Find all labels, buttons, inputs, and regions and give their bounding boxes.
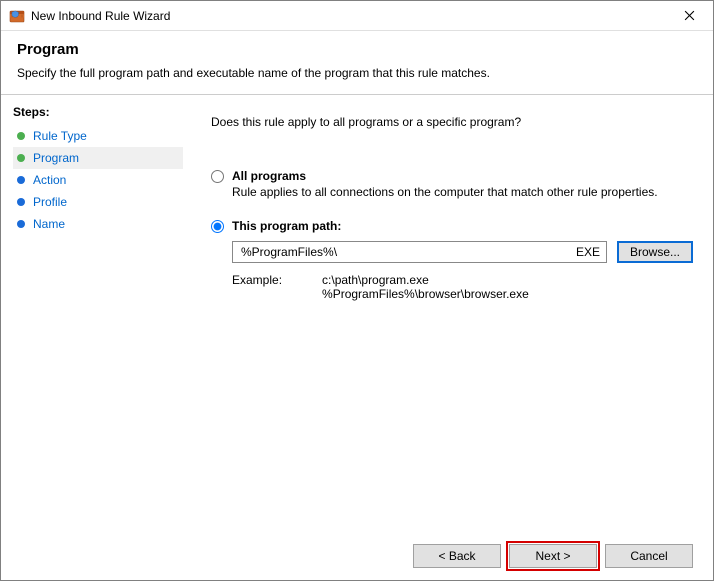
steps-sidebar: Steps: Rule Type Program Action Profile Name [1,95,195,580]
path-ext-label: EXE [576,245,600,259]
radio-all-programs[interactable] [211,170,224,183]
bullet-icon [17,154,25,162]
option-all-programs[interactable]: All programs [211,169,693,183]
firewall-icon [9,8,25,24]
titlebar: New Inbound Rule Wizard [1,1,713,31]
path-input-wrap: EXE [232,241,607,263]
steps-label: Steps: [13,105,183,119]
all-programs-desc: Rule applies to all connections on the c… [232,185,693,199]
main-panel: Does this rule apply to all programs or … [195,95,713,580]
bullet-icon [17,220,25,228]
step-label: Profile [33,195,67,209]
step-item-profile[interactable]: Profile [13,191,183,213]
step-label: Name [33,217,65,231]
option-this-path[interactable]: This program path: [211,219,693,233]
radio-this-path[interactable] [211,220,224,233]
page-title: Program [17,41,697,58]
back-button[interactable]: < Back [413,544,501,568]
bullet-icon [17,198,25,206]
path-input-row: EXE Browse... [232,241,693,263]
close-button[interactable] [669,2,709,30]
next-button[interactable]: Next > [509,544,597,568]
radio-all-label: All programs [232,169,306,183]
radio-path-label: This program path: [232,219,341,233]
step-item-program[interactable]: Program [13,147,183,169]
step-item-rule-type[interactable]: Rule Type [13,125,183,147]
browse-button[interactable]: Browse... [617,241,693,263]
step-label: Program [33,151,79,165]
example-lines: c:\path\program.exe %ProgramFiles%\brows… [322,273,529,301]
wizard-body: Steps: Rule Type Program Action Profile Name… [1,95,713,580]
step-label: Action [33,173,66,187]
window-title: New Inbound Rule Wizard [31,9,669,23]
bullet-icon [17,132,25,140]
cancel-button[interactable]: Cancel [605,544,693,568]
wizard-footer: < Back Next > Cancel [211,534,693,568]
question-text: Does this rule apply to all programs or … [211,115,693,129]
wizard-header: Program Specify the full program path an… [1,31,713,95]
page-description: Specify the full program path and execut… [17,66,697,80]
step-label: Rule Type [33,129,87,143]
wizard-window: New Inbound Rule Wizard Program Specify … [0,0,714,581]
bullet-icon [17,176,25,184]
example-label: Example: [232,273,282,301]
program-path-input[interactable] [239,244,570,260]
example-row: Example: c:\path\program.exe %ProgramFil… [232,273,693,301]
step-item-name[interactable]: Name [13,213,183,235]
step-item-action[interactable]: Action [13,169,183,191]
